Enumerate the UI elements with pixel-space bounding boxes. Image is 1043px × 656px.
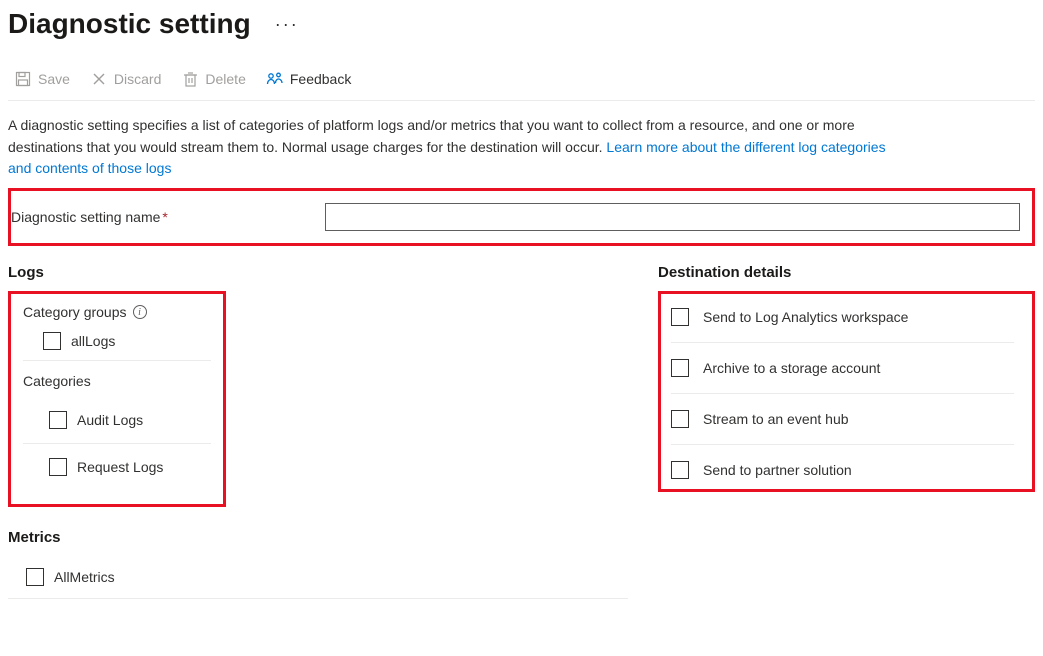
close-icon <box>90 70 108 88</box>
page-title: Diagnostic setting <box>8 8 251 40</box>
dest-partner-row: Send to partner solution <box>671 445 1014 487</box>
alllogs-checkbox[interactable] <box>43 332 61 350</box>
dest-partner-label: Send to partner solution <box>703 462 852 478</box>
alllogs-label: allLogs <box>71 333 115 349</box>
categories-list: Audit Logs Request Logs <box>23 397 211 490</box>
description-text: A diagnostic setting specifies a list of… <box>8 101 888 186</box>
dest-eventhub-label: Stream to an event hub <box>703 411 849 427</box>
page-header: Diagnostic setting ··· <box>8 0 1035 60</box>
dest-storage-row: Archive to a storage account <box>671 343 1014 394</box>
dest-law-checkbox[interactable] <box>671 308 689 326</box>
allmetrics-row: AllMetrics <box>8 556 628 599</box>
feedback-icon <box>266 70 284 88</box>
dest-law-label: Send to Log Analytics workspace <box>703 309 908 325</box>
allmetrics-checkbox[interactable] <box>26 568 44 586</box>
delete-label: Delete <box>205 71 245 87</box>
save-label: Save <box>38 71 70 87</box>
dest-storage-label: Archive to a storage account <box>703 360 880 376</box>
request-logs-checkbox[interactable] <box>49 458 67 476</box>
dest-law-row: Send to Log Analytics workspace <box>671 300 1014 343</box>
discard-button[interactable]: Discard <box>90 70 161 88</box>
metrics-section-title: Metrics <box>8 529 628 546</box>
alllogs-row: allLogs <box>23 328 211 361</box>
feedback-button[interactable]: Feedback <box>266 70 351 88</box>
toolbar: Save Discard Delete Feedback <box>8 60 1035 101</box>
dest-partner-checkbox[interactable] <box>671 461 689 479</box>
audit-logs-checkbox[interactable] <box>49 411 67 429</box>
logs-section-title: Logs <box>8 264 628 281</box>
audit-logs-label: Audit Logs <box>77 412 143 428</box>
feedback-label: Feedback <box>290 71 351 87</box>
request-logs-row: Request Logs <box>23 444 211 490</box>
save-icon <box>14 70 32 88</box>
discard-label: Discard <box>114 71 161 87</box>
dest-storage-checkbox[interactable] <box>671 359 689 377</box>
setting-name-row: Diagnostic setting name* <box>8 188 1035 246</box>
category-groups-label: Category groups <box>23 304 127 320</box>
dest-eventhub-row: Stream to an event hub <box>671 394 1014 445</box>
category-groups-header: Category groups i <box>23 304 211 320</box>
delete-button[interactable]: Delete <box>181 70 245 88</box>
metrics-section: Metrics AllMetrics <box>8 529 628 599</box>
logs-column: Logs Category groups i allLogs Categorie… <box>8 264 628 599</box>
trash-icon <box>181 70 199 88</box>
destinations-highlight-box: Send to Log Analytics workspace Archive … <box>658 291 1035 492</box>
allmetrics-label: AllMetrics <box>54 569 115 585</box>
request-logs-label: Request Logs <box>77 459 163 475</box>
setting-name-input[interactable] <box>325 203 1020 231</box>
required-asterisk: * <box>162 209 167 225</box>
destinations-column: Destination details Send to Log Analytic… <box>658 264 1035 599</box>
logs-highlight-box: Category groups i allLogs Categories Aud… <box>8 291 226 507</box>
audit-logs-row: Audit Logs <box>23 397 211 444</box>
setting-name-label: Diagnostic setting name* <box>11 209 325 225</box>
categories-header: Categories <box>23 373 211 389</box>
main-columns: Logs Category groups i allLogs Categorie… <box>8 264 1035 599</box>
info-icon[interactable]: i <box>133 305 147 319</box>
dest-eventhub-checkbox[interactable] <box>671 410 689 428</box>
save-button[interactable]: Save <box>14 70 70 88</box>
more-actions-icon[interactable]: ··· <box>275 14 299 35</box>
destinations-section-title: Destination details <box>658 264 1035 281</box>
